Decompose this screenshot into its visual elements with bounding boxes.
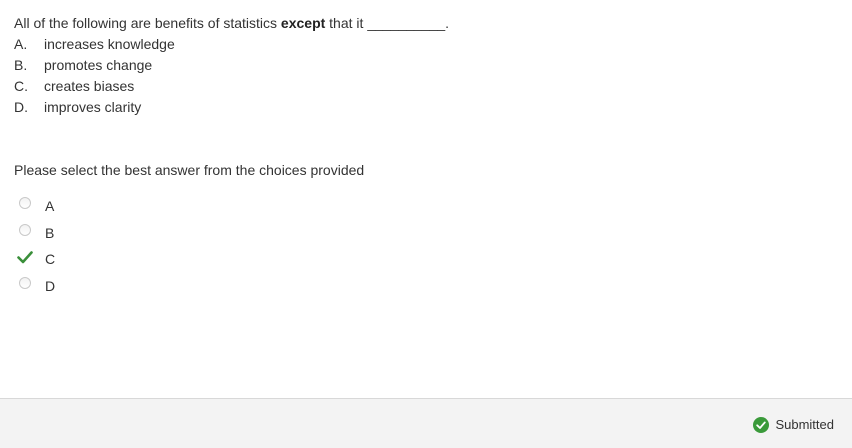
answer-option-a: A. increases knowledge xyxy=(14,34,834,55)
stem-blank: __________. xyxy=(367,15,450,31)
question-block: All of the following are benefits of sta… xyxy=(14,13,834,118)
option-letter: B. xyxy=(14,57,28,73)
choice-label: D xyxy=(45,277,56,294)
radio-button[interactable] xyxy=(19,223,31,236)
checkmark-icon xyxy=(17,251,33,264)
option-text: increases knowledge xyxy=(44,36,175,52)
option-letter: C. xyxy=(14,78,28,94)
instruction-text: Please select the best answer from the c… xyxy=(14,162,365,178)
radio-button[interactable] xyxy=(19,276,31,289)
stem-text-after: that it xyxy=(325,15,368,31)
choice-label: A xyxy=(45,198,55,214)
question-stem: All of the following are benefits of sta… xyxy=(14,13,834,33)
answer-option-c: C. creates biases xyxy=(14,76,834,97)
choice-label: C xyxy=(45,251,56,268)
option-text: promotes change xyxy=(44,57,153,73)
radio-button[interactable] xyxy=(19,197,31,209)
status-text: Submitted xyxy=(775,416,834,432)
answer-option-d: D. improves clarity xyxy=(14,97,834,118)
option-letter: A. xyxy=(14,36,28,52)
check-circle-icon xyxy=(753,417,770,433)
stem-text: All of the following are benefits of sta… xyxy=(14,15,281,31)
stem-emphasis: except xyxy=(280,15,326,31)
option-text: improves clarity xyxy=(44,99,142,115)
submission-status: Submitted xyxy=(753,415,834,433)
option-text: creates biases xyxy=(44,78,135,94)
answer-option-b: B. promotes change xyxy=(14,55,834,76)
footer-bar: Submitted xyxy=(0,398,852,448)
choice-label: B xyxy=(45,224,55,241)
answer-options-list: A. increases knowledge B. promotes chang… xyxy=(14,34,834,118)
option-letter: D. xyxy=(14,99,28,115)
